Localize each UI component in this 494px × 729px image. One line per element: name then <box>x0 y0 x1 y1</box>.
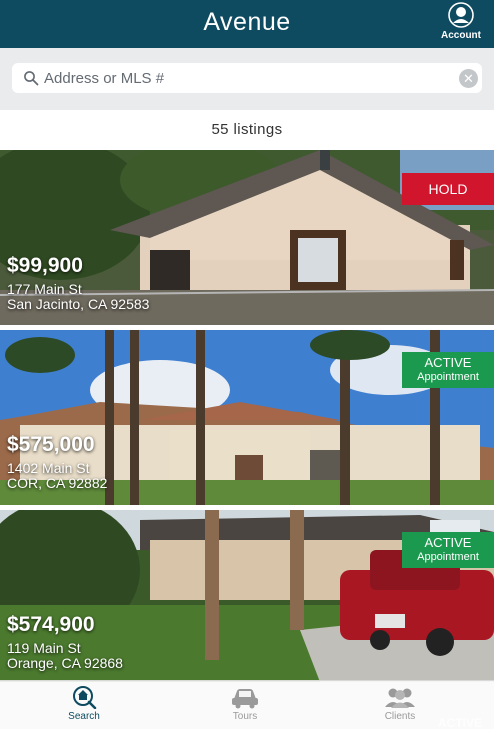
status-badge: HOLD <box>402 173 494 205</box>
tab-label: Clients <box>384 711 416 722</box>
search-bar: ✕ <box>0 48 494 110</box>
search-input[interactable] <box>44 63 454 93</box>
status-badge: ACTIVE Appointment <box>402 532 494 568</box>
car-icon <box>232 689 258 709</box>
people-icon <box>385 688 415 708</box>
account-label: Account <box>441 30 481 41</box>
listing-count: 55 listings <box>0 110 494 150</box>
tab-bar: Search Tours Clients <box>0 680 494 729</box>
peek-status-badge: ACTIVE <box>437 716 482 729</box>
listing-city: Orange, CA 92868 <box>7 655 123 671</box>
clear-search-button[interactable]: ✕ <box>459 69 478 88</box>
listing-card[interactable]: HOLD $99,900 177 Main St San Jacinto, CA… <box>0 150 494 325</box>
listing-price: $99,900 <box>7 254 83 277</box>
listing-city: San Jacinto, CA 92583 <box>7 296 150 312</box>
listing-price: $574,900 <box>7 613 95 636</box>
status-badge: ACTIVE Appointment <box>402 352 494 388</box>
tab-clients[interactable]: Clients <box>360 685 440 722</box>
app-header: Avenue Account <box>0 0 494 48</box>
status-sub-label: Appointment <box>417 551 479 563</box>
tab-search[interactable]: Search <box>44 685 124 722</box>
listing-card[interactable]: ACTIVE Appointment $575,000 1402 Main St… <box>0 330 494 505</box>
search-icon <box>24 71 39 86</box>
search-box[interactable]: ✕ <box>12 63 482 93</box>
listing-street: 1402 Main St <box>7 460 90 476</box>
listing-street: 177 Main St <box>7 281 82 297</box>
listing-card[interactable]: ACTIVE Appointment $574,900 119 Main St … <box>0 510 494 682</box>
status-label: ACTIVE <box>424 535 472 550</box>
account-icon <box>448 2 474 28</box>
listing-street: 119 Main St <box>7 640 81 656</box>
listing-price: $575,000 <box>7 433 95 456</box>
tab-label: Search <box>68 711 100 722</box>
house-search-icon <box>73 686 97 709</box>
app-title: Avenue <box>203 8 291 36</box>
account-button[interactable]: Account <box>436 2 486 41</box>
listing-city: COR, CA 92882 <box>7 475 108 491</box>
tab-tours[interactable]: Tours <box>205 685 285 722</box>
status-label: ACTIVE <box>424 355 472 370</box>
tab-label: Tours <box>232 711 258 722</box>
status-sub-label: Appointment <box>417 371 479 383</box>
